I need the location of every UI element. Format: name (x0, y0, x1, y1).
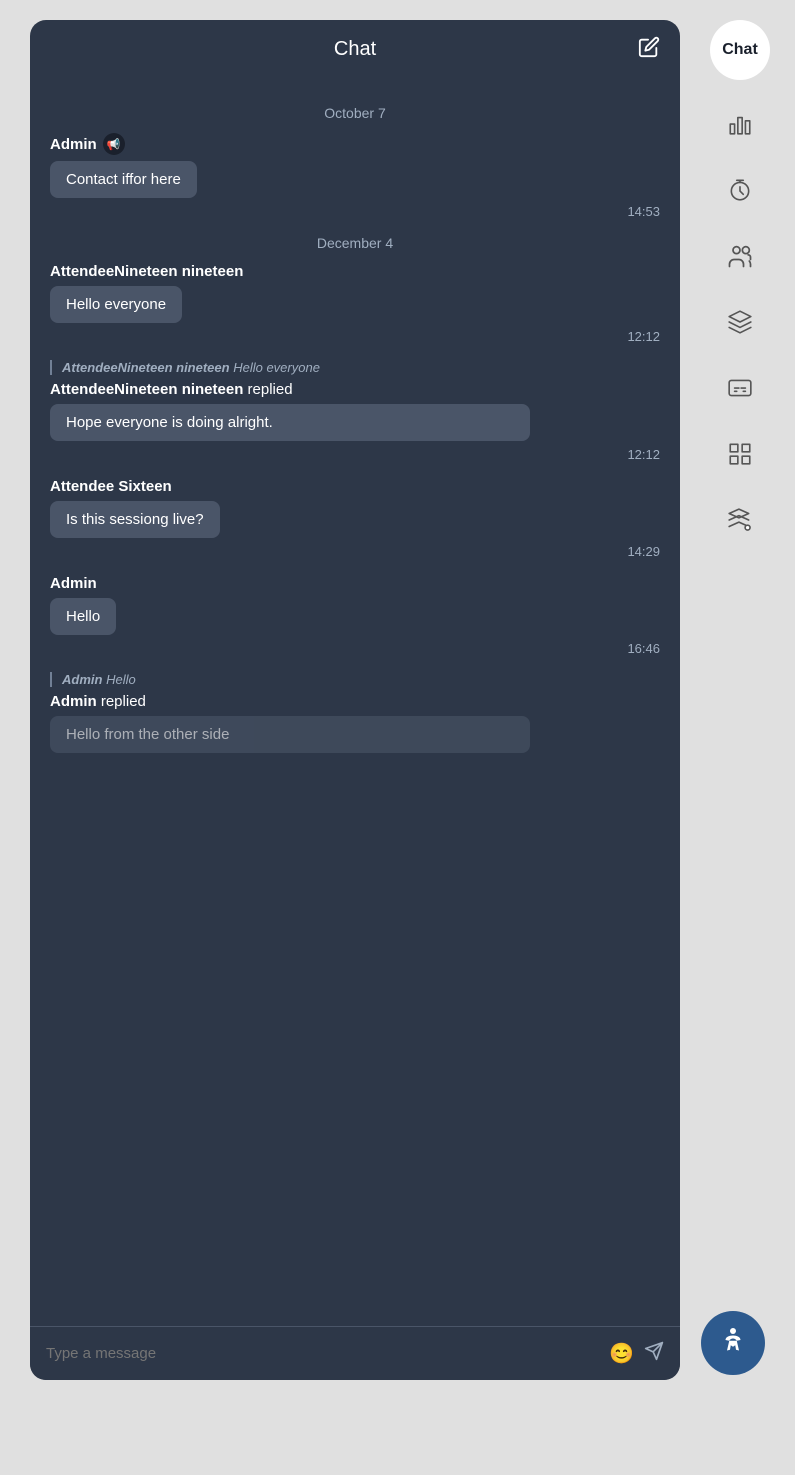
sidebar-item-polls[interactable] (710, 94, 770, 154)
admin-megaphone-icon: 📢 (103, 133, 125, 155)
message-bubble: Hello (50, 598, 116, 635)
message-time: 16:46 (50, 641, 660, 656)
sidebar-item-chat[interactable]: Chat (710, 20, 770, 80)
message-time: 14:29 (50, 544, 660, 559)
message-sender: Admin 📢 (50, 133, 660, 155)
message-group: AttendeeNineteen nineteen Hello everyone… (50, 263, 660, 344)
send-button[interactable] (644, 1341, 664, 1366)
sidebar-item-apps[interactable] (710, 490, 770, 550)
accessibility-button[interactable] (701, 1311, 765, 1375)
emoji-button[interactable]: 😊 (609, 1341, 634, 1366)
message-time: 12:12 (50, 447, 660, 462)
reply-group: AttendeeNineteen nineteen Hello everyone… (50, 360, 660, 462)
message-time: 12:12 (50, 329, 660, 344)
reply-reference: AttendeeNineteen nineteen Hello everyone (50, 360, 660, 375)
message-bubble: Contact iffor here (50, 161, 197, 198)
message-time: 14:53 (50, 204, 660, 219)
chat-messages: October 7 Admin 📢 Contact iffor here 14:… (30, 79, 680, 1326)
chat-panel: Chat October 7 Admin 📢 Cont (30, 20, 680, 1380)
sidebar-item-grid[interactable] (710, 424, 770, 484)
captions-icon (727, 375, 753, 401)
reply-sender-line: Admin replied (50, 693, 660, 710)
chat-input-area: 😊 (30, 1326, 680, 1380)
compose-icon[interactable] (638, 36, 660, 64)
grid-icon (727, 441, 753, 467)
message-group: Attendee Sixteen Is this sessiong live? … (50, 478, 660, 559)
chat-input[interactable] (46, 1345, 599, 1362)
message-bubble: Hello everyone (50, 286, 182, 323)
sidebar-item-layers[interactable] (710, 292, 770, 352)
app-container: Chat October 7 Admin 📢 Cont (0, 20, 795, 1455)
date-divider-dec4: December 4 (50, 235, 660, 251)
chat-panel-title: Chat (334, 38, 376, 61)
sidebar-item-attendees[interactable] (710, 226, 770, 286)
sidebar-item-timer[interactable] (710, 160, 770, 220)
chart-bar-icon (727, 111, 753, 137)
message-group: Admin Hello 16:46 (50, 575, 660, 656)
reply-group: Admin Hello Admin replied Hello from the… (50, 672, 660, 758)
reply-reference: Admin Hello (50, 672, 660, 687)
apps-icon (727, 507, 753, 533)
layers-icon (727, 309, 753, 335)
chat-header: Chat (30, 20, 680, 79)
right-sidebar: Chat (705, 20, 775, 820)
accessibility-icon (715, 1325, 751, 1361)
reply-sender-line: AttendeeNineteen nineteen replied (50, 381, 660, 398)
message-sender: Attendee Sixteen (50, 478, 660, 495)
date-divider-oct7: October 7 (50, 105, 660, 121)
message-sender: AttendeeNineteen nineteen (50, 263, 660, 280)
message-group: Admin 📢 Contact iffor here 14:53 (50, 133, 660, 219)
group-icon (726, 242, 754, 270)
reply-bubble: Hello from the other side (50, 716, 530, 753)
timer-icon (727, 177, 753, 203)
message-bubble: Is this sessiong live? (50, 501, 220, 538)
sidebar-item-captions[interactable] (710, 358, 770, 418)
message-sender: Admin (50, 575, 660, 592)
reply-bubble: Hope everyone is doing alright. (50, 404, 530, 441)
